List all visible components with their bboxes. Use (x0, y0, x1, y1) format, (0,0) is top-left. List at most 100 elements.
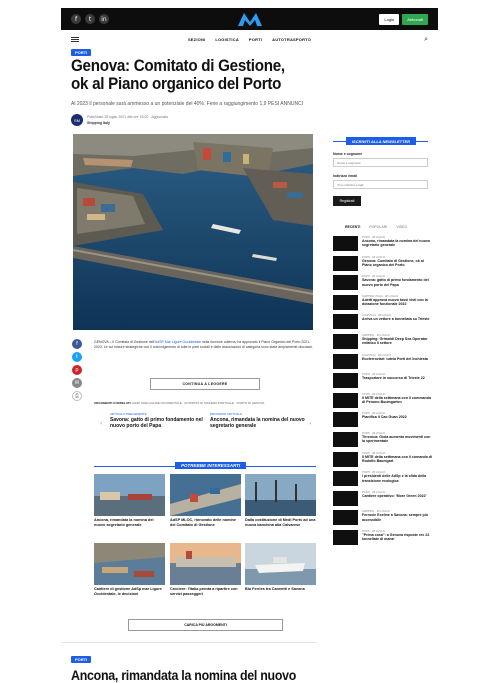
sidebar-article-thumbnail (333, 333, 358, 349)
sidebar-article-thumbnail (333, 490, 358, 506)
next-arrow-icon[interactable]: › (309, 420, 311, 427)
related-card[interactable]: Crociere: l'Italia pronta a ripartire co… (170, 543, 241, 597)
next-article-link[interactable]: PROSSIMO ARTICOLO Ancona, rimandata la n… (210, 412, 305, 429)
sidebar-article-thumbnail (333, 451, 358, 467)
email-input[interactable] (333, 180, 428, 189)
sidebar-tabs: RECENTI POPOLARI VIDEO (345, 225, 407, 229)
sidebar-article-item[interactable]: PORTI · 28 LUGLIO Pianifica il Cao Guan 2… (333, 412, 433, 432)
related-card-image (245, 543, 316, 585)
related-card-title: Ancona, rimandata la nomina del nuovo se… (94, 518, 154, 527)
tags-list[interactable]: ADSP MAR LIGURE OCCIDENTALE · AUTORITÀ D… (132, 401, 264, 405)
body-text-intro: GENOVA – Il Comitato di Gestione dell' (94, 340, 155, 344)
category-badge[interactable]: PORTI (71, 49, 92, 56)
main-nav: SEZIONI LOGISTICA PORTI AUTOTRASPORTO ⌕ (61, 33, 438, 45)
article-body: GENOVA – Il Comitato di Gestione dell'Ad… (94, 340, 314, 350)
sidebar-article-text: PORTI · 28 LUGLIO Pianifica il Cao Guan 2… (362, 412, 433, 432)
name-input[interactable] (333, 158, 428, 167)
tab-recenti[interactable]: RECENTI (345, 225, 360, 229)
next-article-category-badge[interactable]: PORTI (71, 656, 92, 663)
sidebar-article-text: PORTI · 28 LUGLIO Trasportare in soccorso… (362, 373, 433, 393)
sidebar-article-item[interactable]: PORTI · 28 LUGLIO Savona: gatto di primo … (333, 275, 433, 295)
tab-video[interactable]: VIDEO (396, 225, 407, 229)
sidebar-article-text: PORTI · 28 LUGLIO "Prima cosa": a Genova … (362, 530, 433, 550)
related-card[interactable]: Cantiere di gestione AdSp mar Ligure Occ… (94, 543, 165, 597)
sidebar-article-item[interactable]: PORTI · 28 LUGLIO Il MITE della settimana… (333, 451, 433, 472)
load-more-button[interactable]: CARICA PIÙ ARGOMENTI (128, 619, 283, 631)
share-print-icon[interactable]: ⎙ (72, 391, 82, 401)
sidebar-article-title: Pianifica il Cao Guan 2022 (362, 415, 407, 420)
continue-reading-button[interactable]: CONTINUA A LEGGERE (150, 378, 260, 390)
prev-arrow-icon[interactable]: ‹ (100, 420, 102, 427)
sidebar-article-text: PORTI · 28 LUGLIO Genova: Comitato di Ges… (362, 256, 433, 276)
prev-kicker: ARTICOLO PRECEDENTE (110, 412, 147, 416)
top-bar: f t in Login Abbonati (61, 8, 438, 30)
sidebar-article-title: I presidenti delle AdSp e la sfida della… (362, 474, 427, 483)
sidebar-article-item[interactable]: PORTI · 28 LUGLIO Trasportare in soccorso… (333, 373, 433, 393)
prev-title: Savona: gatto di primo fondamento nel nu… (110, 417, 203, 429)
related-card-title: Cantiere di gestione AdSp mar Ligure Occ… (94, 587, 162, 596)
register-button[interactable]: Registrati (333, 196, 361, 206)
next-kicker: PROSSIMO ARTICOLO (210, 412, 243, 416)
sidebar-article-item[interactable]: SHIPPING · 28 LUGLIO Ferrovie Exeline a S… (333, 510, 433, 530)
sidebar-article-text: PORTI · 28 LUGLIO I presidenti delle AdSp… (362, 471, 433, 491)
related-card[interactable]: Blu Ferries tra Cannetti e Savona (245, 543, 316, 592)
sidebar-article-title: Tirrenica: Gioia aumenta movimenti con l… (362, 434, 431, 444)
related-header: POTREBBE INTERESSARTI (175, 462, 247, 469)
subscribe-button[interactable]: Abbonati (402, 13, 428, 25)
hero-image (73, 134, 313, 330)
sidebar-article-thumbnail (333, 236, 358, 251)
sidebar-article-title: Shipping: Grimaldi Deep Sea Operator enf… (362, 336, 428, 346)
nav-item-autotrasporto[interactable]: AUTOTRASPORTO (272, 37, 311, 42)
sidebar-article-item[interactable]: PORTI · 28 LUGLIO Tirrenica: Gioia aument… (333, 431, 433, 452)
twitter-icon[interactable]: t (85, 14, 95, 24)
email-label: Indirizzo email (333, 174, 358, 178)
site-logo[interactable] (237, 11, 263, 27)
sidebar-article-item[interactable]: PORTI · 28 LUGLIO "Prima cosa": a Genova … (333, 529, 433, 550)
sidebar-article-item[interactable]: LOGISTICA · 28 LUGLIO Arriva un vettore a… (333, 314, 433, 334)
related-card[interactable]: Ancona, rimandata la nomina del nuovo se… (94, 474, 165, 528)
related-card[interactable]: AdSP MLOC, rinnovato delle nomine del Co… (170, 474, 241, 528)
sidebar-article-list: PORTI · 28 LUGLIO Ancona, rimandata la no… (333, 236, 433, 550)
sidebar-article-thumbnail (333, 373, 358, 389)
facebook-icon[interactable]: f (71, 14, 81, 24)
related-card-title: AdSP MLOC, rinnovato delle nomine del Co… (170, 518, 236, 527)
sidebar-article-item[interactable]: PORTI · 28 LUGLIO Ancona, rimandata la no… (333, 236, 433, 256)
section-divider (61, 642, 316, 643)
sidebar-article-item[interactable]: PORTI · 28 LUGLIO Genova: Comitato di Ges… (333, 255, 433, 276)
nav-item-logistica[interactable]: LOGISTICA (215, 37, 239, 42)
prev-article-link[interactable]: ARTICOLO PRECEDENTE Savona: gatto di pri… (110, 412, 205, 429)
sidebar-article-item[interactable]: PORTI · 28 LUGLIO Cantiere operativo: 'Mo… (333, 490, 433, 511)
login-button[interactable]: Login (379, 13, 400, 25)
share-email-icon[interactable]: ✉ (72, 378, 82, 388)
nav-item-sezioni[interactable]: SEZIONI (188, 37, 205, 42)
sidebar-article-thumbnail (333, 529, 358, 545)
nav-item-porti[interactable]: PORTI (249, 37, 262, 42)
sidebar-article-thumbnail (333, 431, 358, 447)
article-author[interactable]: Shipping Italy (87, 121, 110, 125)
sidebar-article-item[interactable]: PORTI · 28 LUGLIO I presidenti delle AdSp… (333, 471, 433, 491)
sidebar-article-item[interactable]: PORTI · 28 LUGLIO Il MITE della settimana… (333, 392, 433, 413)
sidebar-article-item[interactable]: SHIPPING ITALIA · 28 LUGLIO Adetti approv… (333, 294, 433, 315)
share-twitter-icon[interactable]: t (72, 352, 82, 362)
author-avatar[interactable]: SM (71, 114, 83, 126)
search-icon[interactable]: ⌕ (424, 35, 428, 44)
sidebar-article-item[interactable]: SHIPPING · 28 LUGLIO Shipping: Grimaldi D… (333, 333, 433, 354)
sidebar-article-thumbnail (333, 392, 358, 408)
share-buttons: f t p ✉ ⎙ (72, 339, 82, 401)
related-card[interactable]: Dalla costituzione di Medi Ports ad una … (245, 474, 316, 528)
sidebar-article-item[interactable]: LOGISTICA · 28 LUGLIO Ecoferroviari: tute… (333, 353, 433, 374)
tab-popolari[interactable]: POPOLARI (369, 225, 387, 229)
linkedin-icon[interactable]: in (99, 14, 109, 24)
related-card-image (94, 474, 165, 516)
sidebar-article-text: PORTI · 28 LUGLIO Ancona, rimandata la no… (362, 236, 433, 256)
share-pinterest-icon[interactable]: p (72, 365, 82, 375)
article-subtitle: Al 2023 il personale sarà ammesso a un p… (71, 101, 304, 107)
next-article-title[interactable]: Ancona, rimandata la nomina del nuovo (71, 668, 301, 683)
hamburger-menu-icon[interactable] (71, 36, 79, 42)
article-title: Genova: Comitato di Gestione, ok al Pian… (71, 57, 285, 93)
share-facebook-icon[interactable]: f (72, 339, 82, 349)
sidebar-article-text: PORTI · 28 LUGLIO Il MITE della settimana… (362, 393, 433, 413)
body-link[interactable]: AdSP Mar Ligure Occidentale (155, 340, 201, 344)
tags-label: ARGOMENTI CORRELATI: (94, 401, 132, 405)
sidebar-article-title: Ecoferroviari: tutela Porti del Inchiest… (362, 356, 428, 361)
